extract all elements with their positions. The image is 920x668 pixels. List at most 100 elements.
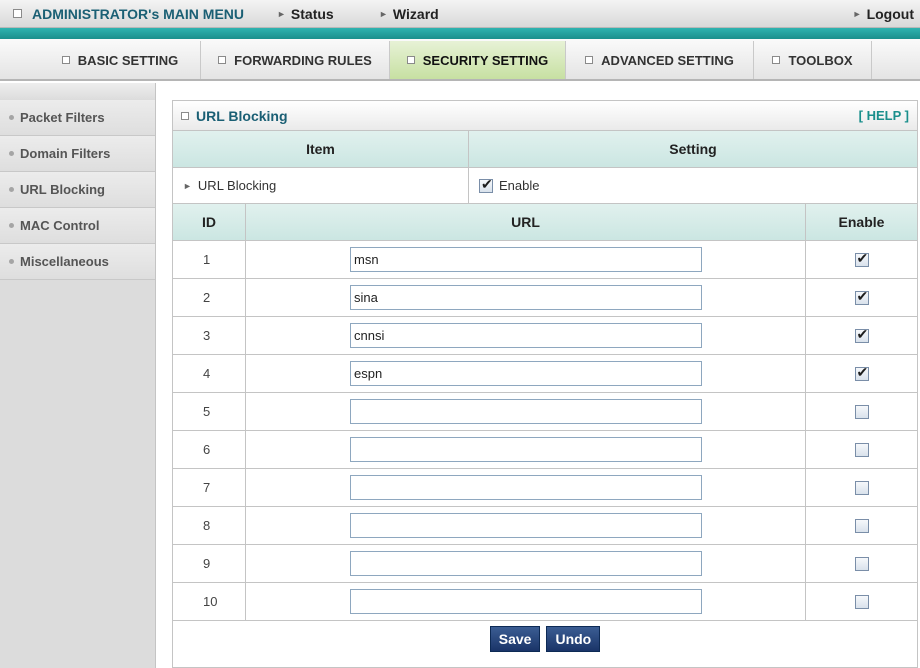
tab-basic-setting[interactable]: BASIC SETTING bbox=[40, 41, 201, 79]
admin-main-menu-link[interactable]: ADMINISTRATOR's MAIN MENU bbox=[13, 6, 244, 22]
sidebar-item-url-blocking[interactable]: URL Blocking bbox=[0, 172, 155, 208]
item-column-header: Item bbox=[173, 131, 469, 167]
url-blocking-panel: URL Blocking [ HELP ] Item Setting ► URL… bbox=[172, 100, 918, 668]
item-setting-header: Item Setting bbox=[173, 131, 917, 168]
top-menu-bar: ADMINISTRATOR's MAIN MENU ► Status ► Wiz… bbox=[0, 0, 920, 28]
bullet-dot-icon bbox=[9, 115, 14, 120]
row-enable-checkbox[interactable] bbox=[854, 404, 869, 419]
row-enable-checkbox[interactable] bbox=[854, 518, 869, 533]
row-id: 5 bbox=[173, 393, 246, 430]
table-row: 5 bbox=[173, 393, 917, 431]
sidebar-item-label: URL Blocking bbox=[20, 182, 105, 197]
tab-advanced-setting[interactable]: ADVANCED SETTING bbox=[566, 41, 754, 79]
table-row: 2 bbox=[173, 279, 917, 317]
enable-label: Enable bbox=[499, 178, 540, 193]
table-row: 4 bbox=[173, 355, 917, 393]
row-enable-checkbox[interactable] bbox=[854, 556, 869, 571]
square-bullet-icon bbox=[61, 56, 70, 64]
table-row: 10 bbox=[173, 583, 917, 621]
table-row: 3 bbox=[173, 317, 917, 355]
row-id: 4 bbox=[173, 355, 246, 392]
wizard-label: Wizard bbox=[392, 5, 439, 22]
row-id: 3 bbox=[173, 317, 246, 354]
url-input[interactable] bbox=[350, 551, 702, 576]
tab-toolbox[interactable]: TOOLBOX bbox=[754, 41, 872, 79]
url-input[interactable] bbox=[350, 399, 702, 424]
url-input[interactable] bbox=[350, 323, 702, 348]
square-bullet-icon bbox=[181, 111, 189, 120]
row-id: 8 bbox=[173, 507, 246, 544]
logout-link[interactable]: ► Logout bbox=[853, 6, 914, 22]
enable-column-header: Enable bbox=[838, 214, 885, 230]
undo-button[interactable]: Undo bbox=[546, 626, 601, 652]
table-row: 9 bbox=[173, 545, 917, 583]
url-table-body: 1 2 3 4 5 6 7 bbox=[173, 241, 917, 621]
tab-security-setting[interactable]: SECURITY SETTING bbox=[390, 41, 566, 79]
sidebar-item-label: Packet Filters bbox=[20, 110, 105, 125]
sidebar-item-label: MAC Control bbox=[20, 218, 100, 233]
sidebar-item-label: Miscellaneous bbox=[20, 254, 109, 269]
tab-label: BASIC SETTING bbox=[77, 52, 179, 68]
url-input[interactable] bbox=[350, 247, 702, 272]
bullet-dot-icon bbox=[9, 151, 14, 156]
status-label: Status bbox=[290, 5, 334, 22]
row-enable-checkbox[interactable] bbox=[854, 326, 869, 343]
square-bullet-icon bbox=[218, 56, 227, 64]
url-input[interactable] bbox=[350, 475, 702, 500]
admin-main-menu-label: ADMINISTRATOR's MAIN MENU bbox=[32, 5, 245, 22]
row-id: 6 bbox=[173, 431, 246, 468]
sidebar-item-miscellaneous[interactable]: Miscellaneous bbox=[0, 244, 155, 280]
url-blocking-label: URL Blocking bbox=[197, 178, 277, 193]
row-enable-checkbox[interactable] bbox=[854, 364, 869, 381]
wizard-link[interactable]: ► Wizard bbox=[379, 6, 439, 22]
row-enable-checkbox[interactable] bbox=[854, 594, 869, 609]
row-id: 9 bbox=[173, 545, 246, 582]
help-link[interactable]: [ HELP ] bbox=[859, 108, 909, 123]
sidebar-item-domain-filters[interactable]: Domain Filters bbox=[0, 136, 155, 172]
save-button[interactable]: Save bbox=[489, 626, 541, 652]
page-title: URL Blocking bbox=[196, 107, 288, 124]
url-input[interactable] bbox=[350, 437, 702, 462]
sidebar-item-packet-filters[interactable]: Packet Filters bbox=[0, 100, 155, 136]
row-enable-checkbox[interactable] bbox=[854, 288, 869, 305]
panel-title-bar: URL Blocking [ HELP ] bbox=[173, 101, 917, 131]
row-id: 7 bbox=[173, 469, 246, 506]
square-bullet-icon bbox=[406, 56, 415, 64]
url-input[interactable] bbox=[350, 589, 702, 614]
arrow-right-icon: ► bbox=[183, 180, 192, 191]
tab-label: ADVANCED SETTING bbox=[601, 52, 734, 68]
bullet-dot-icon bbox=[9, 187, 14, 192]
tab-label: TOOLBOX bbox=[788, 52, 853, 68]
action-button-row: Save Undo bbox=[173, 621, 917, 657]
table-row: 6 bbox=[173, 431, 917, 469]
row-enable-checkbox[interactable] bbox=[854, 250, 869, 267]
main-tab-bar: BASIC SETTING FORWARDING RULES SECURITY … bbox=[0, 39, 920, 81]
header-divider-strip bbox=[0, 28, 920, 39]
tab-label: SECURITY SETTING bbox=[422, 52, 549, 68]
url-input[interactable] bbox=[350, 361, 702, 386]
status-link[interactable]: ► Status bbox=[277, 6, 334, 22]
square-bullet-icon bbox=[585, 56, 594, 64]
row-enable-checkbox[interactable] bbox=[854, 480, 869, 495]
setting-column-header: Setting bbox=[669, 141, 717, 157]
arrow-right-icon: ► bbox=[852, 8, 862, 19]
arrow-right-icon: ► bbox=[277, 8, 286, 19]
row-enable-checkbox[interactable] bbox=[854, 442, 869, 457]
url-table-header: ID URL Enable bbox=[173, 204, 917, 241]
square-bullet-icon bbox=[13, 9, 22, 18]
row-id: 10 bbox=[173, 583, 246, 620]
url-column-header: URL bbox=[246, 204, 806, 240]
tab-label: FORWARDING RULES bbox=[234, 52, 372, 68]
sidebar-item-mac-control[interactable]: MAC Control bbox=[0, 208, 155, 244]
arrow-right-icon: ► bbox=[379, 8, 388, 19]
table-row: 8 bbox=[173, 507, 917, 545]
url-input[interactable] bbox=[350, 513, 702, 538]
tab-forwarding-rules[interactable]: FORWARDING RULES bbox=[201, 41, 390, 79]
table-row: 1 bbox=[173, 241, 917, 279]
logout-label: Logout bbox=[866, 5, 914, 22]
url-blocking-enable-checkbox[interactable] bbox=[479, 176, 493, 193]
url-input[interactable] bbox=[350, 285, 702, 310]
bullet-dot-icon bbox=[9, 223, 14, 228]
table-row: 7 bbox=[173, 469, 917, 507]
id-column-header: ID bbox=[173, 204, 246, 240]
